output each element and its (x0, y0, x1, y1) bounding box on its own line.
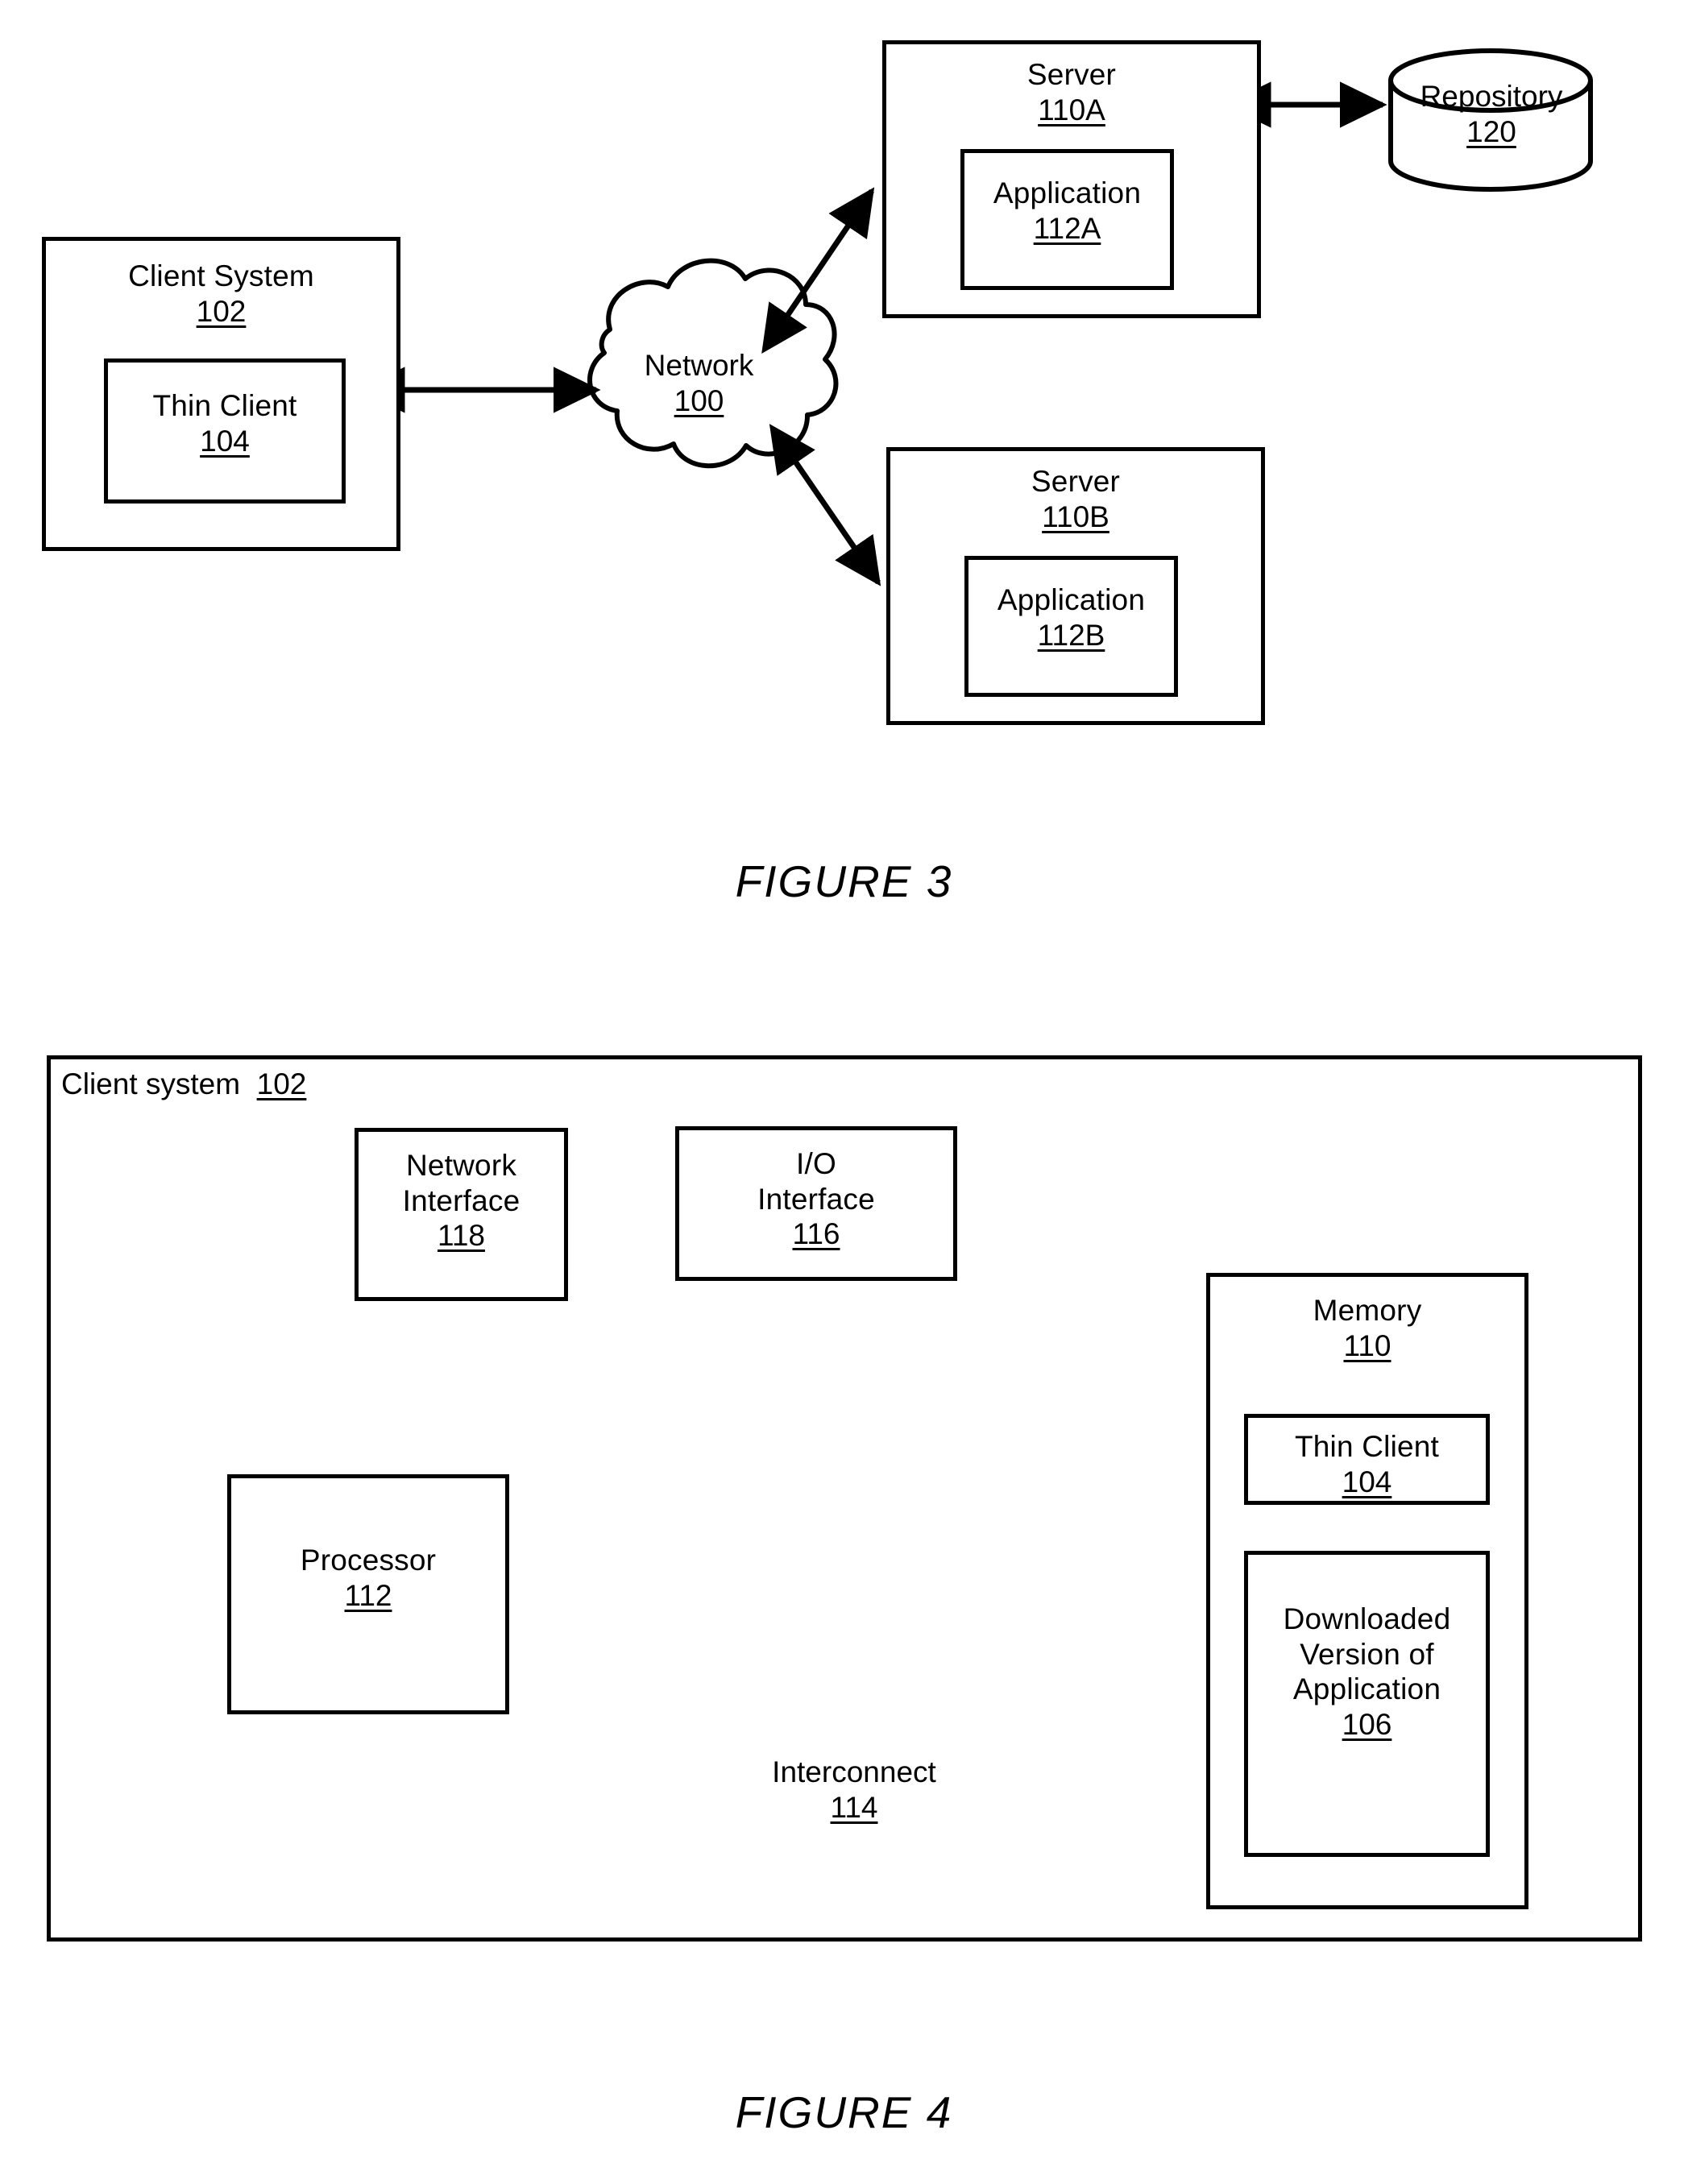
memory-ref: 110 (1343, 1328, 1391, 1362)
thin-client-title: Thin Client (152, 389, 297, 422)
interconnect-ref: 114 (830, 1791, 878, 1825)
server-a-ref: 110A (1038, 93, 1105, 126)
fig4-thin-client-ref: 104 (1342, 1465, 1392, 1498)
server-b-box[interactable]: Server 110B Application 112B (886, 447, 1265, 725)
interconnect-title: Interconnect (772, 1755, 936, 1788)
downloaded-application-ref: 106 (1342, 1707, 1392, 1741)
thin-client-box[interactable]: Thin Client 104 (104, 358, 346, 504)
application-b-box[interactable]: Application 112B (964, 556, 1178, 697)
processor-box[interactable]: Processor 112 (227, 1474, 509, 1714)
server-a-box[interactable]: Server 110A Application 112A (882, 40, 1261, 318)
figure-4-caption: FIGURE 4 (735, 2087, 953, 2137)
client-system-box[interactable]: Client System 102 Thin Client 104 (42, 237, 400, 551)
fig4-client-system-label: Client system 102 (61, 1067, 306, 1101)
fig4-client-system-ref: 102 (256, 1067, 307, 1100)
processor-ref: 112 (344, 1578, 392, 1612)
application-a-box[interactable]: Application 112A (960, 149, 1174, 290)
downloaded-application-box[interactable]: Downloaded Version of Application 106 (1244, 1551, 1490, 1857)
fig4-client-system-title: Client system (61, 1067, 241, 1100)
network-interface-box[interactable]: Network Interface 118 (355, 1128, 568, 1301)
drawing-sheet: Client System 102 Thin Client 104 Networ… (0, 0, 1688, 2184)
application-a-ref: 112A (1033, 211, 1101, 245)
network-title: Network (644, 349, 754, 382)
memory-title: Memory (1313, 1294, 1422, 1327)
fig4-thin-client-box[interactable]: Thin Client 104 (1244, 1414, 1490, 1505)
application-a-title: Application (993, 176, 1142, 209)
thin-client-ref: 104 (200, 424, 250, 458)
server-a-title: Server (1026, 58, 1117, 91)
network-interface-title: Network Interface (402, 1149, 521, 1217)
figure-3-caption: FIGURE 3 (735, 856, 953, 906)
processor-title: Processor (300, 1544, 437, 1577)
application-b-ref: 112B (1037, 618, 1105, 652)
fig4-thin-client-title: Thin Client (1294, 1430, 1440, 1463)
server-b-ref: 110B (1042, 499, 1109, 533)
io-interface-ref: 116 (792, 1217, 840, 1251)
repository-ref: 120 (1466, 115, 1516, 149)
network-interface-ref: 118 (438, 1219, 485, 1253)
server-b-title: Server (1031, 465, 1121, 498)
interconnect-label: Interconnect 114 (725, 1755, 983, 1826)
memory-box[interactable]: Memory 110 Thin Client 104 Downloaded Ve… (1206, 1273, 1528, 1909)
client-system-ref: 102 (196, 294, 247, 328)
repository-label: Repository 120 (1391, 79, 1592, 151)
io-interface-title: I/O Interface (757, 1147, 875, 1216)
repository-title: Repository (1420, 80, 1563, 113)
application-b-title: Application (997, 583, 1146, 616)
network-ref: 100 (674, 384, 724, 418)
arrow-network-server-a (761, 187, 875, 354)
downloaded-application-title: Downloaded Version of Application (1283, 1602, 1451, 1706)
io-interface-box[interactable]: I/O Interface 116 (675, 1126, 957, 1281)
network-label: Network 100 (612, 348, 786, 420)
arrow-network-server-b (769, 424, 881, 586)
client-system-title: Client System (128, 259, 314, 292)
